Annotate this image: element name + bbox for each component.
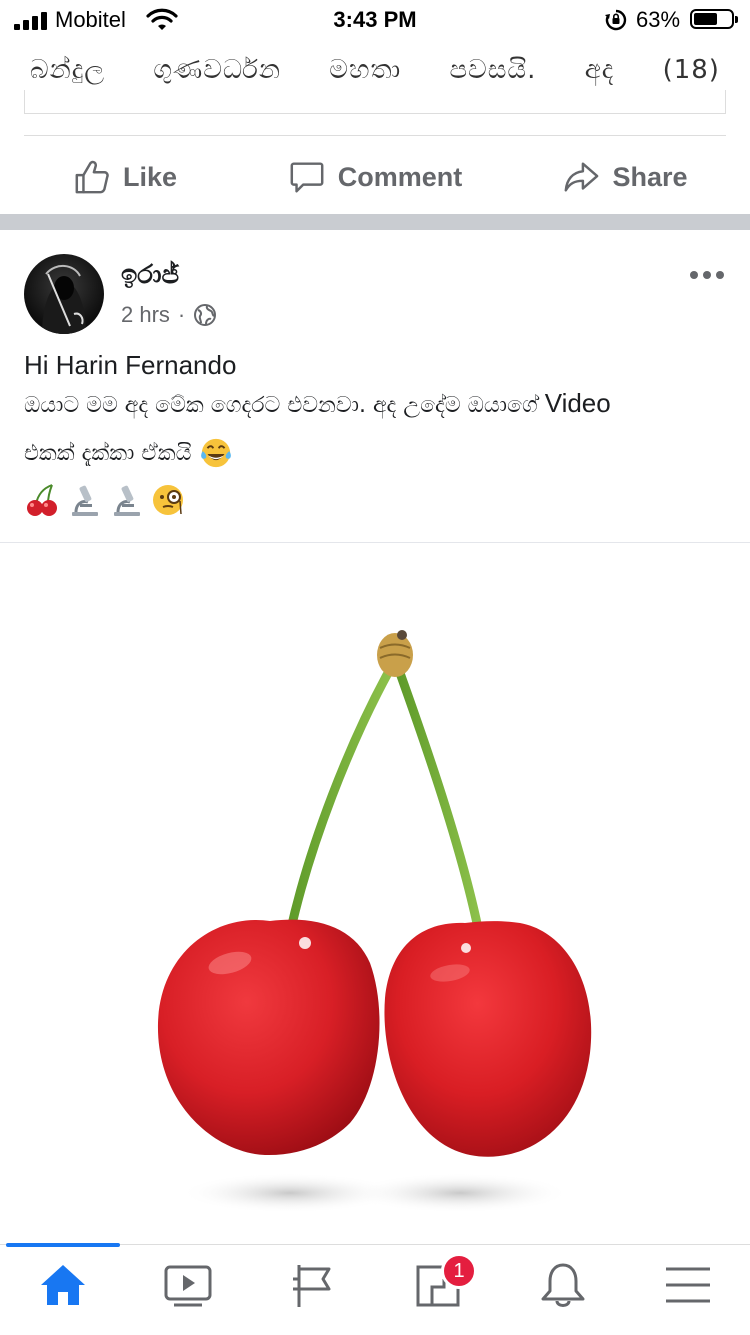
home-icon: [40, 1265, 85, 1305]
orientation-lock-icon: [605, 9, 627, 31]
comment-button[interactable]: Comment: [250, 142, 500, 212]
post-text-line: Hi Harin Fernando: [24, 350, 237, 380]
tab-pages[interactable]: [250, 1259, 375, 1319]
post-text-sinhala: එකක් දැක්කා ඒකයි: [24, 440, 192, 466]
like-button[interactable]: Like: [0, 142, 250, 212]
cherries-icon: [27, 484, 57, 516]
thumbs-up-icon: [75, 160, 109, 194]
bottom-tab-bar: 1: [0, 1243, 750, 1335]
previous-post-word: මහතා: [329, 54, 402, 85]
previous-post-word: ගුණවර්ධන: [153, 54, 281, 85]
notification-badge: 1: [441, 1253, 477, 1289]
laughing-tears-emoji-icon: [201, 438, 232, 468]
share-arrow-icon: [565, 162, 599, 192]
tab-notifications[interactable]: [500, 1259, 625, 1319]
post-author-name[interactable]: ඉරාජ්: [121, 260, 179, 291]
tab-watch[interactable]: [125, 1259, 250, 1319]
grim-reaper-avatar-icon: [42, 265, 86, 334]
meta-separator: ·: [177, 302, 186, 327]
previous-post-text: බන්දුල ගුණවර්ධන මහතා පවසයි. අද (18): [30, 50, 720, 90]
post-text-sinhala: ඔයාට මම අද මේක ගෙදරට එවනවා. අද උදේම ඔයාග…: [24, 393, 545, 418]
previous-post-word: අද: [584, 54, 615, 85]
share-button[interactable]: Share: [500, 142, 750, 212]
post-text-latin: Video: [544, 388, 611, 418]
avatar[interactable]: [24, 254, 104, 334]
video-icon: [164, 1265, 211, 1307]
microscope-icon: [72, 485, 98, 516]
cherries-photo: [157, 630, 592, 1213]
tab-marketplace[interactable]: 1: [375, 1253, 500, 1319]
microscope-icon: [114, 485, 140, 516]
emoji-line: [24, 482, 186, 518]
post-photo[interactable]: [0, 543, 750, 1243]
tab-menu[interactable]: [625, 1259, 750, 1319]
divider: [24, 135, 726, 136]
tab-home[interactable]: [0, 1259, 125, 1319]
previous-post-word: බන්දුල: [30, 54, 106, 85]
post-meta: 2 hrs ·: [121, 302, 217, 328]
menu-icon: [665, 1267, 710, 1303]
active-tab-indicator: [6, 1243, 120, 1247]
previous-post-word: පවසයි.: [449, 54, 537, 85]
pages-flag-icon: [292, 1265, 330, 1307]
battery-percent: 63%: [636, 7, 681, 32]
post-text-line: එකක් දැක්කා ඒකයි: [24, 436, 233, 470]
comment-label: Comment: [337, 161, 463, 192]
feed-separator: [0, 214, 750, 230]
post-options-button[interactable]: [690, 260, 730, 290]
notifications-bell-icon: [541, 1263, 584, 1307]
post-action-bar: Like Comment Share: [0, 142, 750, 212]
face-with-monocle-icon: [153, 485, 183, 515]
previous-post-link-card[interactable]: [24, 90, 726, 114]
share-label: Share: [612, 161, 688, 192]
comment-bubble-icon: [290, 162, 324, 193]
status-bar: Mobitel 3:43 PM 63%: [0, 0, 750, 40]
previous-post-word: (18): [662, 55, 720, 85]
post-text-line: ඔයාට මම අද මේක ගෙදරට එවනවා. අද උදේම ඔයාග…: [24, 388, 611, 419]
globe-icon: [194, 304, 217, 326]
like-label: Like: [122, 161, 178, 192]
battery-icon: [690, 9, 738, 29]
post-timestamp[interactable]: 2 hrs: [121, 302, 170, 328]
